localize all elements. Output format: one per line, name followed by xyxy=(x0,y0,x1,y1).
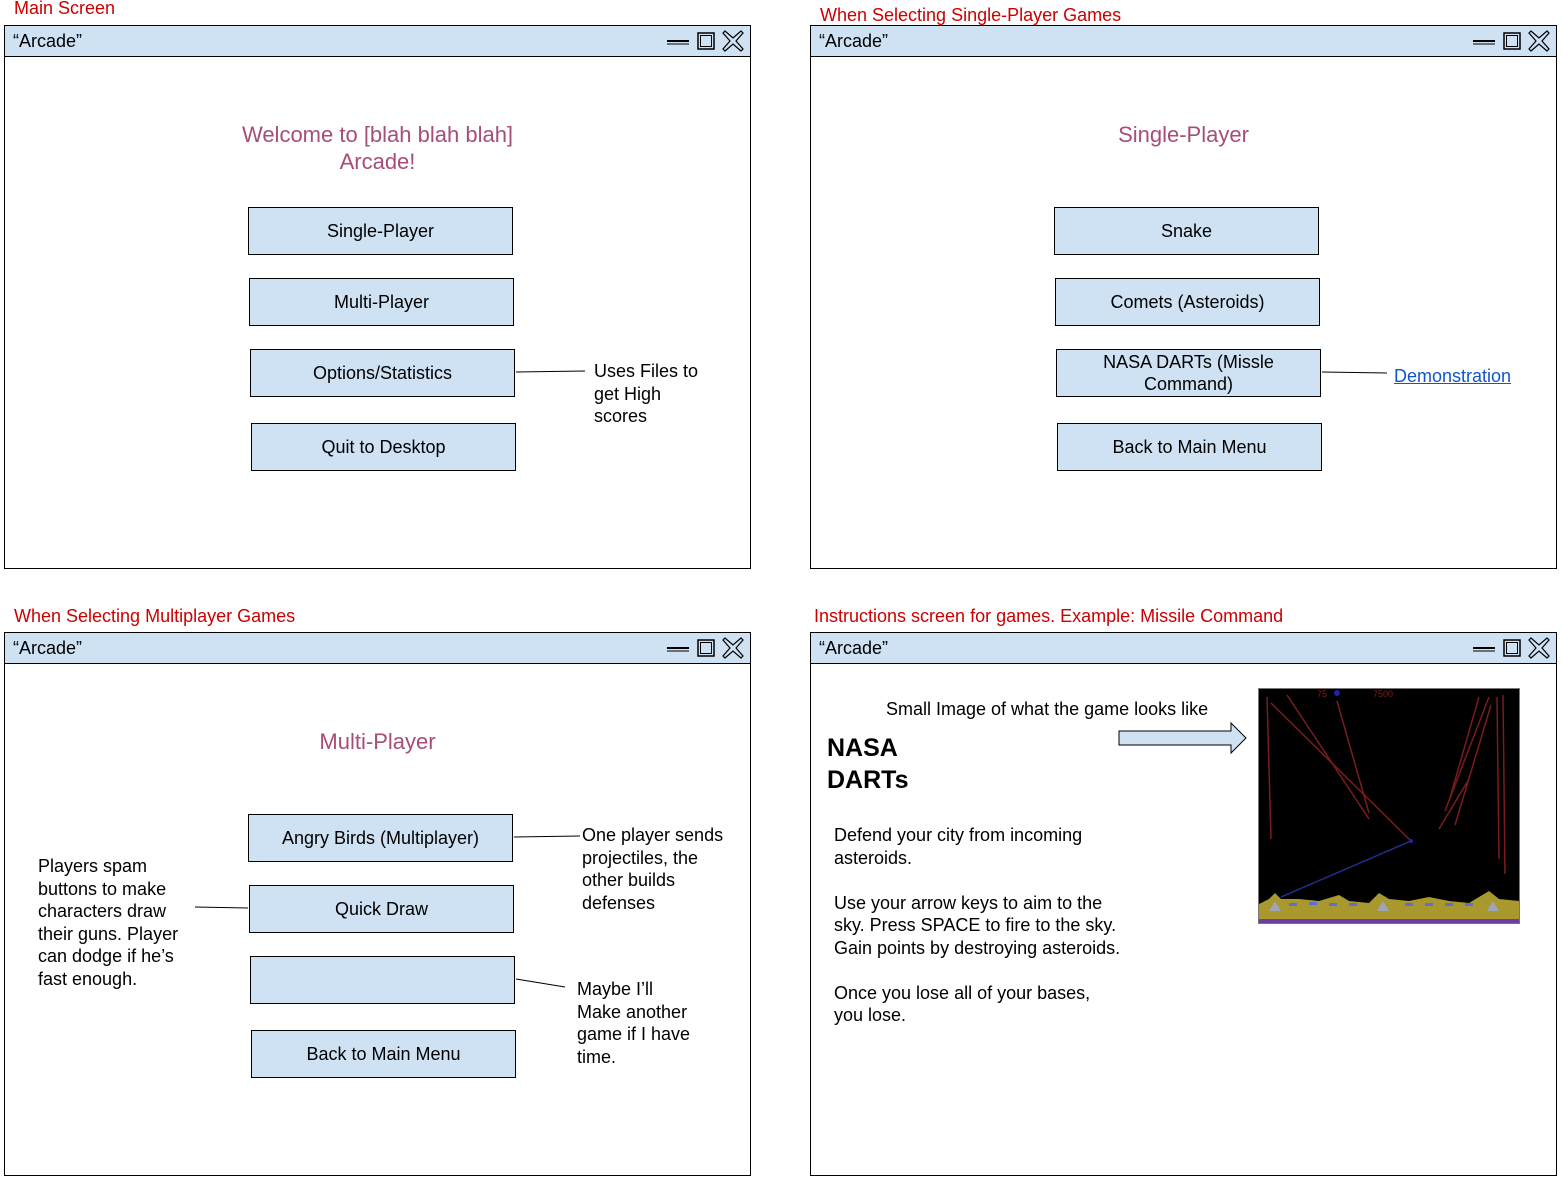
main-screen-window: “Arcade” Welcome to [blah blah blah] Arc… xyxy=(4,25,751,569)
close-icon[interactable] xyxy=(1528,637,1550,659)
close-icon[interactable] xyxy=(722,30,744,52)
options-statistics-button[interactable]: Options/Statistics xyxy=(250,349,515,397)
minimize-icon[interactable] xyxy=(1472,31,1496,51)
quick-draw-note: Players spam buttons to make characters … xyxy=(38,856,179,989)
angry-birds-button[interactable]: Angry Birds (Multiplayer) xyxy=(248,814,513,862)
instructions-paragraph-3: Once you lose all of your bases, you los… xyxy=(834,982,1091,1026)
multi-player-heading: Multi-Player xyxy=(319,729,436,754)
welcome-heading-line2: Arcade! xyxy=(339,149,416,174)
window-title: “Arcade” xyxy=(819,31,889,51)
back-to-main-menu-button[interactable]: Back to Main Menu xyxy=(251,1030,516,1078)
another-game-note: Maybe I’ll Make another game if I have t… xyxy=(577,979,691,1067)
window-controls xyxy=(1472,30,1550,52)
empty-game-button[interactable] xyxy=(250,956,515,1004)
window-title: “Arcade” xyxy=(13,31,83,51)
title-bar: “Arcade” xyxy=(5,633,750,664)
title-bar: “Arcade” xyxy=(5,26,750,57)
single-player-heading: Single-Player xyxy=(1118,122,1249,147)
welcome-heading-line1: Welcome to [blah blah blah] xyxy=(241,122,514,147)
welcome-heading: Welcome to [blah blah blah] Arcade! xyxy=(5,121,750,175)
quit-to-desktop-button[interactable]: Quit to Desktop xyxy=(251,423,516,471)
game-instructions: Defend your city from incoming asteroids… xyxy=(834,824,1134,1049)
high-scores-note: Uses Files to get High scores xyxy=(594,361,699,426)
minimize-icon[interactable] xyxy=(666,638,690,658)
score-right: 7500 xyxy=(1373,689,1393,699)
window-controls xyxy=(666,637,744,659)
window-title: “Arcade” xyxy=(819,638,889,658)
window-controls xyxy=(666,30,744,52)
caption-main-screen: Main Screen xyxy=(14,0,116,18)
single-player-button[interactable]: Single-Player xyxy=(248,207,513,255)
maximize-icon[interactable] xyxy=(696,31,716,51)
demonstration-link[interactable]: Demonstration xyxy=(1394,366,1511,387)
angry-birds-note: One player sends projectiles, the other … xyxy=(582,825,724,913)
game-title: NASA DARTs xyxy=(827,734,909,794)
caption-multiplayer: When Selecting Multiplayer Games xyxy=(14,606,296,626)
maximize-icon[interactable] xyxy=(1502,31,1522,51)
maximize-icon[interactable] xyxy=(1502,638,1522,658)
window-title: “Arcade” xyxy=(13,638,83,658)
instructions-paragraph-1: Defend your city from incoming asteroids… xyxy=(834,825,1083,868)
nasa-darts-button[interactable]: NASA DARTs (Missle Command) xyxy=(1056,349,1321,397)
comets-button[interactable]: Comets (Asteroids) xyxy=(1055,278,1320,326)
minimize-icon[interactable] xyxy=(666,31,690,51)
back-to-main-menu-button[interactable]: Back to Main Menu xyxy=(1057,423,1322,471)
minimize-icon[interactable] xyxy=(1472,638,1496,658)
close-icon[interactable] xyxy=(722,637,744,659)
game-screenshot: 75 7500 xyxy=(1258,688,1520,924)
caption-instructions: Instructions screen for games. Example: … xyxy=(814,606,1284,626)
image-note: Small Image of what the game looks like xyxy=(886,699,1209,719)
snake-button[interactable]: Snake xyxy=(1054,207,1319,255)
maximize-icon[interactable] xyxy=(696,638,716,658)
title-bar: “Arcade” xyxy=(811,633,1556,664)
caption-single-player: When Selecting Single-Player Games xyxy=(820,5,1122,25)
single-player-window: “Arcade” Single-Player Snake Comets (Ast… xyxy=(810,25,1557,569)
instructions-paragraph-2: Use your arrow keys to aim to the sky. P… xyxy=(834,892,1121,958)
multi-player-button[interactable]: Multi-Player xyxy=(249,278,514,326)
title-bar: “Arcade” xyxy=(811,26,1556,57)
window-controls xyxy=(1472,637,1550,659)
game-screenshot-art: 75 7500 xyxy=(1259,689,1519,923)
quick-draw-button[interactable]: Quick Draw xyxy=(249,885,514,933)
score-left: 75 xyxy=(1317,689,1327,699)
close-icon[interactable] xyxy=(1528,30,1550,52)
